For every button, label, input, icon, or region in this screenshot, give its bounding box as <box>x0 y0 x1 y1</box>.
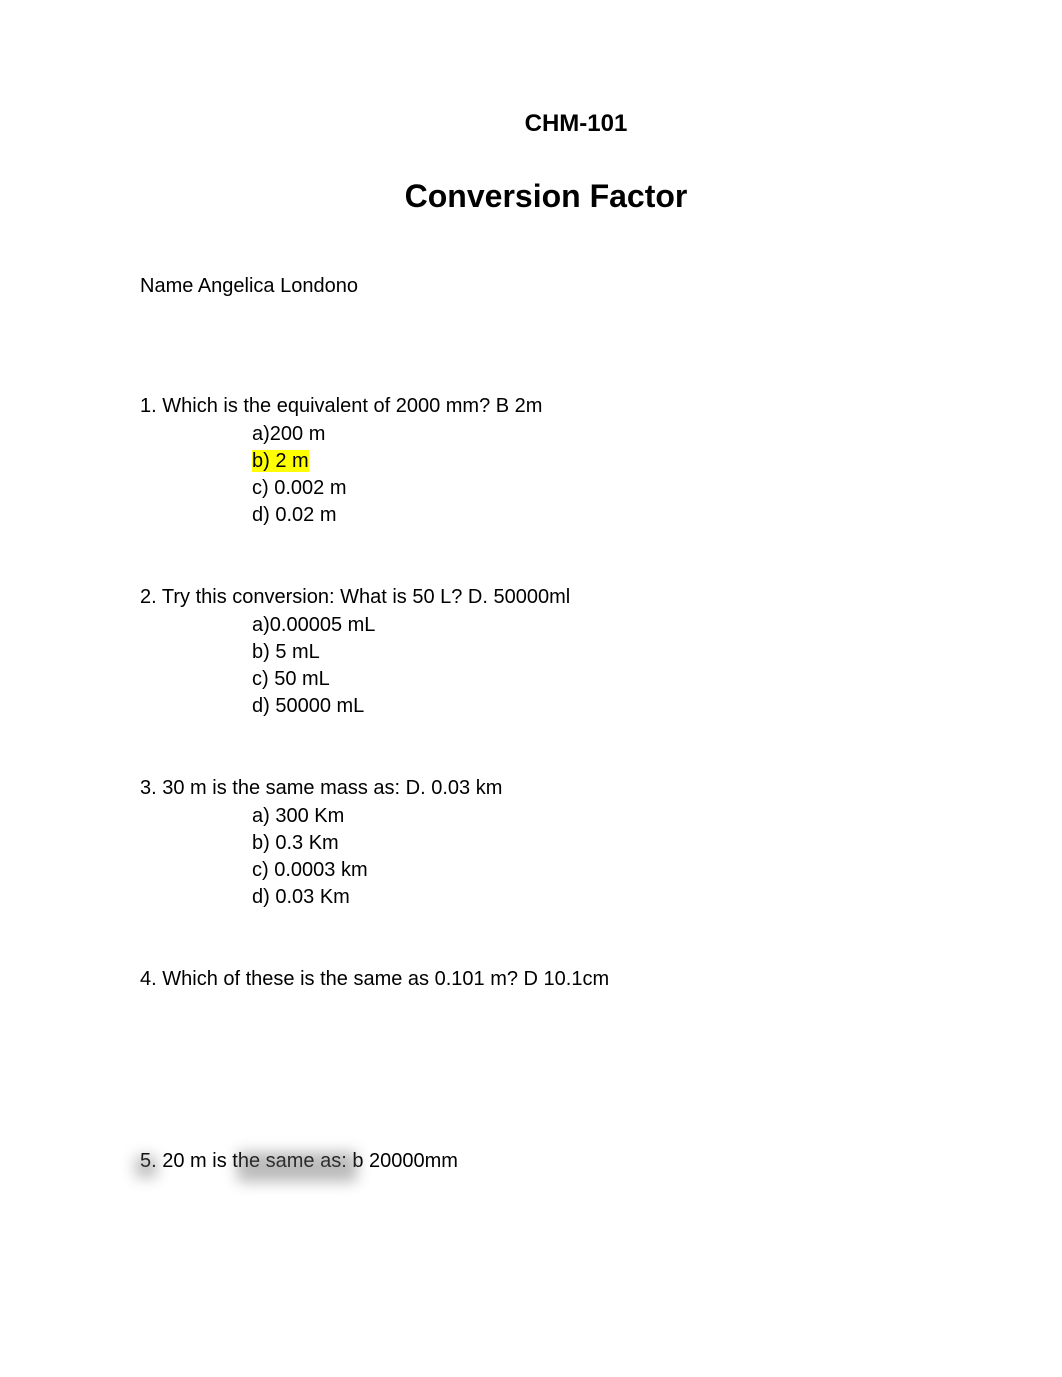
option-b: b) 5 mL <box>252 639 922 666</box>
option-a: a)0.00005 mL <box>252 612 922 639</box>
course-code: CHM-101 <box>230 110 922 138</box>
question-number: 1. <box>140 395 157 417</box>
option-b: b) 0.3 Km <box>252 830 922 857</box>
option-b: b) 2 m <box>252 448 922 475</box>
options-list: a)200 m b) 2 m c) 0.002 m d) 0.02 m <box>140 421 922 529</box>
question-text: 2. Try this conversion: What is 50 L? D.… <box>140 584 922 611</box>
option-c: c) 50 mL <box>252 666 922 693</box>
option-d: d) 0.03 Km <box>252 884 922 911</box>
highlighted-answer: b) 2 m <box>252 450 309 472</box>
question-number: 3. <box>140 777 157 799</box>
document-page: CHM-101 Conversion Factor Name Angelica … <box>0 0 1062 1175</box>
question-2: 2. Try this conversion: What is 50 L? D.… <box>140 584 922 720</box>
option-a: a) 300 Km <box>252 803 922 830</box>
option-d: d) 50000 mL <box>252 693 922 720</box>
option-c: c) 0.0003 km <box>252 857 922 884</box>
option-d: d) 0.02 m <box>252 502 922 529</box>
question-number: 4. <box>140 968 157 990</box>
question-text: 3. 30 m is the same mass as: D. 0.03 km <box>140 775 922 802</box>
question-body: Which is the equivalent of 2000 mm? B 2m <box>162 395 542 417</box>
blurred-footer <box>135 1152 357 1182</box>
blur-text-icon <box>237 1152 357 1182</box>
option-c: c) 0.002 m <box>252 475 922 502</box>
name-label: Name <box>140 275 193 297</box>
question-3: 3. 30 m is the same mass as: D. 0.03 km … <box>140 775 922 911</box>
options-list: a)0.00005 mL b) 5 mL c) 50 mL d) 50000 m… <box>140 612 922 720</box>
question-text: 1. Which is the equivalent of 2000 mm? B… <box>140 393 922 420</box>
question-1: 1. Which is the equivalent of 2000 mm? B… <box>140 393 922 529</box>
question-body: Which of these is the same as 0.101 m? D… <box>162 968 609 990</box>
student-name: Angelica Londono <box>198 275 358 297</box>
question-body: 30 m is the same mass as: D. 0.03 km <box>162 777 502 799</box>
blur-box-icon <box>135 1156 157 1178</box>
question-body: Try this conversion: What is 50 L? D. 50… <box>162 586 570 608</box>
question-text: 4. Which of these is the same as 0.101 m… <box>140 966 922 993</box>
options-list: a) 300 Km b) 0.3 Km c) 0.0003 km d) 0.03… <box>140 803 922 911</box>
name-line: Name Angelica Londono <box>140 275 922 298</box>
option-a: a)200 m <box>252 421 922 448</box>
question-number: 2. <box>140 586 157 608</box>
document-title: Conversion Factor <box>170 178 922 215</box>
question-4: 4. Which of these is the same as 0.101 m… <box>140 966 922 993</box>
